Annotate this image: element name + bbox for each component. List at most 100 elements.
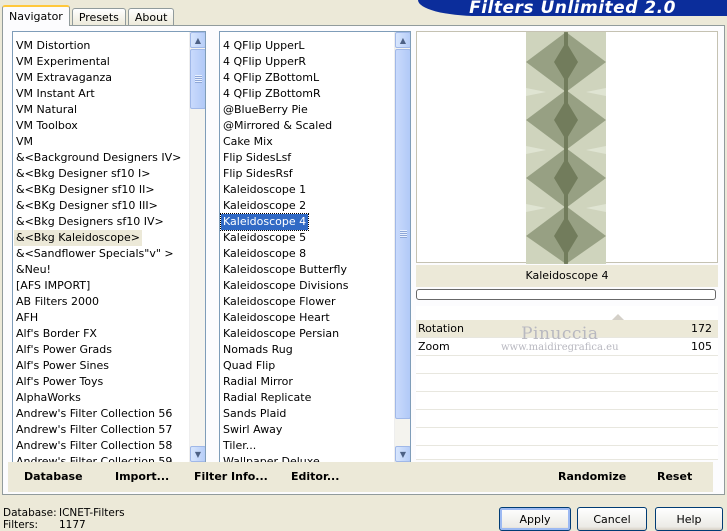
category-item[interactable]: VM Experimental	[13, 54, 189, 70]
list-item-label: @BlueBerry Pie	[223, 103, 308, 116]
filter-item[interactable]: Kaleidoscope 8	[220, 246, 394, 262]
filters-count-value: 1177	[59, 519, 86, 531]
editor-button[interactable]: Editor...	[291, 470, 339, 483]
category-item[interactable]: &<Bkg Designer sf10 I>	[13, 166, 189, 182]
tab-navigator[interactable]: Navigator	[2, 5, 70, 26]
category-item[interactable]: Andrew's Filter Collection 57	[13, 422, 189, 438]
filter-item[interactable]: @Mirrored & Scaled	[220, 118, 394, 134]
list-item-label: Andrew's Filter Collection 57	[16, 423, 173, 436]
filter-item[interactable]: Swirl Away	[220, 422, 394, 438]
scroll-down-button[interactable]: ▼	[190, 446, 205, 462]
filter-item[interactable]: Tiler...	[220, 438, 394, 454]
filter-item[interactable]: Kaleidoscope Heart	[220, 310, 394, 326]
category-item[interactable]: AlphaWorks	[13, 390, 189, 406]
filter-item[interactable]: Sands Plaid	[220, 406, 394, 422]
category-item[interactable]: [AFS IMPORT]	[13, 278, 189, 294]
filter-item[interactable]: Kaleidoscope 5	[220, 230, 394, 246]
filter-item[interactable]: Kaleidoscope Butterfly	[220, 262, 394, 278]
category-list[interactable]: VM Distortion VM Experimental VM Extravaga…	[12, 31, 206, 463]
category-item[interactable]: VM Instant Art	[13, 86, 189, 102]
filter-item[interactable]: Kaleidoscope Persian	[220, 326, 394, 342]
filter-item[interactable]: Cake Mix	[220, 134, 394, 150]
filter-item[interactable]: 4 QFlip ZBottomL	[220, 70, 394, 86]
tab-presets[interactable]: Presets	[71, 8, 126, 26]
category-item[interactable]: Alf's Power Grads	[13, 342, 189, 358]
tab-about[interactable]: About	[127, 8, 175, 26]
filter-scrollbar[interactable]: ▲ ▼	[394, 32, 410, 462]
list-item-label: Alf's Border FX	[16, 327, 97, 340]
category-item[interactable]: &<Bkg Designers sf10 IV>	[13, 214, 189, 230]
category-item[interactable]: Alf's Power Sines	[13, 358, 189, 374]
filter-item[interactable]: Radial Replicate	[220, 390, 394, 406]
scroll-up-button[interactable]: ▲	[190, 32, 205, 48]
cancel-button[interactable]: Cancel	[577, 507, 647, 531]
help-button[interactable]: Help	[655, 507, 723, 531]
category-item[interactable]: VM	[13, 134, 189, 150]
category-item[interactable]: Alf's Power Toys	[13, 374, 189, 390]
scroll-down-button[interactable]: ▼	[395, 446, 410, 462]
category-list-items: VM Distortion VM Experimental VM Extravaga…	[13, 32, 189, 462]
list-item-label: VM Distortion	[16, 39, 91, 52]
filter-item[interactable]: Nomads Rug	[220, 342, 394, 358]
category-item[interactable]: AB Filters 2000	[13, 294, 189, 310]
filter-item[interactable]: 4 QFlip ZBottomR	[220, 86, 394, 102]
filter-item[interactable]: Kaleidoscope 1	[220, 182, 394, 198]
list-item-label: Kaleidoscope Flower	[223, 295, 336, 308]
filter-item[interactable]: Quad Flip	[220, 358, 394, 374]
param-rotation-value[interactable]: 172	[691, 322, 712, 335]
list-item-label: Kaleidoscope 2	[223, 199, 307, 212]
scroll-thumb[interactable]	[190, 49, 205, 109]
category-item[interactable]: &Neu!	[13, 262, 189, 278]
list-item-label: Kaleidoscope Divisions	[223, 279, 349, 292]
category-item[interactable]: AFH	[13, 310, 189, 326]
category-item[interactable]: &<BKg Designer sf10 III>	[13, 198, 189, 214]
filter-item[interactable]: Radial Mirror	[220, 374, 394, 390]
category-item[interactable]: &<Sandflower Specials"v" >	[13, 246, 189, 262]
category-item[interactable]: Alf's Border FX	[13, 326, 189, 342]
category-item[interactable]: &<BKg Designer sf10 II>	[13, 182, 189, 198]
filter-item[interactable]: Kaleidoscope 2	[220, 198, 394, 214]
filter-item[interactable]: Kaleidoscope 4	[220, 213, 394, 231]
category-item[interactable]: &<Background Designers IV>	[13, 150, 189, 166]
database-button[interactable]: Database	[24, 470, 83, 483]
list-item-label: Kaleidoscope 4	[220, 213, 310, 231]
category-item[interactable]: VM Distortion	[13, 38, 189, 54]
category-item[interactable]: VM Extravaganza	[13, 70, 189, 86]
filter-item[interactable]: Flip SidesLsf	[220, 150, 394, 166]
list-item-label: 4 QFlip ZBottomL	[223, 71, 320, 84]
preview-panel	[416, 31, 718, 264]
apply-button[interactable]: Apply	[499, 507, 571, 531]
filter-item[interactable]: @BlueBerry Pie	[220, 102, 394, 118]
category-item[interactable]: VM Natural	[13, 102, 189, 118]
filter-item[interactable]: 4 QFlip UpperR	[220, 54, 394, 70]
filter-list[interactable]: 4 QFlip UpperL 4 QFlip UpperR 4 QFlip ZBot…	[219, 31, 411, 463]
category-item[interactable]: VM Toolbox	[13, 118, 189, 134]
param-zoom-value[interactable]: 105	[691, 340, 712, 353]
category-item[interactable]: Andrew's Filter Collection 58	[13, 438, 189, 454]
filter-info-button[interactable]: Filter Info...	[194, 470, 268, 483]
scroll-up-button[interactable]: ▲	[395, 32, 410, 48]
filter-item[interactable]: Kaleidoscope Divisions	[220, 278, 394, 294]
progress-bar	[416, 289, 716, 300]
watermark-line1: Pinuccia	[521, 324, 599, 344]
watermark: Pinuccia www.maidiregrafica.eu	[501, 324, 619, 353]
import-button[interactable]: Import...	[115, 470, 169, 483]
watermark-line2: www.maidiregrafica.eu	[501, 342, 619, 353]
category-item[interactable]: Andrew's Filter Collection 56	[13, 406, 189, 422]
filter-item[interactable]: Kaleidoscope Flower	[220, 294, 394, 310]
list-item-label: Radial Mirror	[223, 375, 293, 388]
reset-button[interactable]: Reset	[657, 470, 692, 483]
chevron-down-icon: ▼	[399, 449, 407, 459]
grip-icon	[399, 230, 407, 238]
window-title: Filters Unlimited 2.0	[469, 0, 676, 18]
filter-item[interactable]: Flip SidesRsf	[220, 166, 394, 182]
filter-item[interactable]: 4 QFlip UpperL	[220, 38, 394, 54]
grip-icon	[194, 75, 202, 83]
category-item[interactable]: &<Bkg Kaleidoscope>	[13, 230, 189, 246]
scroll-thumb[interactable]	[395, 49, 410, 419]
list-item-label: VM	[16, 135, 34, 148]
list-item-label: &Neu!	[16, 263, 51, 276]
randomize-button[interactable]: Randomize	[558, 470, 626, 483]
category-scrollbar[interactable]: ▲ ▼	[189, 32, 205, 462]
list-item-label: Kaleidoscope Heart	[223, 311, 330, 324]
